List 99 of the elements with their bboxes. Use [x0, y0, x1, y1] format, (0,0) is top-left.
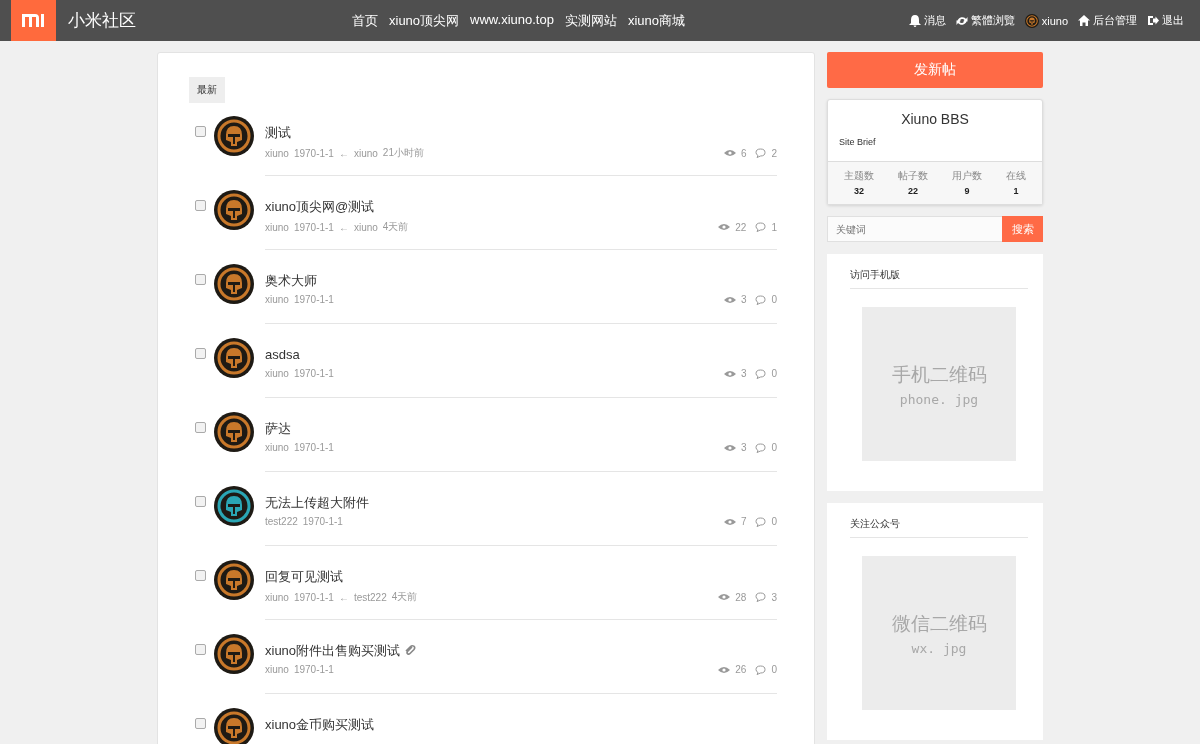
view-count: 6	[740, 147, 747, 159]
reply-count: 0	[771, 664, 777, 675]
stat-value: 9	[964, 186, 970, 196]
site-title[interactable]: 小米社区	[68, 9, 268, 32]
thread-title[interactable]: xiuno金币购买测试	[265, 715, 375, 734]
thread-title[interactable]: 奥术大师	[265, 271, 317, 290]
reply-arrow: ←	[338, 591, 349, 603]
stat-value: 1	[1013, 186, 1019, 196]
checkbox[interactable]	[195, 496, 206, 507]
stat-label: 帖子数	[898, 169, 928, 183]
reply-count: 0	[771, 516, 777, 527]
reply-count: 3	[771, 591, 777, 603]
thread-title[interactable]: 回复可见测试	[265, 567, 343, 586]
comment-icon	[755, 516, 767, 527]
view-count: 26	[735, 664, 747, 675]
eye-icon	[723, 443, 736, 452]
comment-icon	[755, 442, 767, 453]
checkbox[interactable]	[195, 274, 206, 285]
thread-title[interactable]: 萨达	[265, 419, 291, 438]
reply-arrow: ←	[338, 147, 349, 159]
view-count: 3	[740, 442, 747, 453]
tab[interactable]: 最新	[189, 77, 225, 103]
checkbox[interactable]	[195, 422, 206, 433]
placeholder-filename: phone. jpg	[899, 391, 979, 407]
checkbox[interactable]	[195, 126, 206, 137]
eye-icon	[723, 369, 736, 378]
view-count: 3	[740, 368, 747, 379]
thread-title[interactable]: xiuno顶尖网@测试	[265, 197, 375, 216]
thread-title[interactable]: 无法上传超大附件	[265, 493, 369, 512]
stat-value: 22	[908, 186, 918, 196]
view-count: 7	[740, 516, 747, 527]
refresh-icon	[955, 14, 968, 27]
comment-icon	[755, 294, 767, 305]
placeholder-title: 微信二维码	[891, 611, 987, 636]
checkbox[interactable]	[195, 644, 206, 655]
post-date: 1970-1-1	[293, 664, 334, 675]
stat-value: 32	[854, 186, 864, 196]
thread-title[interactable]: 测试	[265, 123, 291, 142]
nav-link[interactable]: 首页	[352, 11, 378, 30]
view-count: 3	[740, 294, 747, 305]
view-count: 22	[735, 221, 747, 233]
reply-count: 2	[771, 147, 777, 159]
last-reply-time: 4天前	[391, 590, 418, 604]
reply-count: 0	[771, 442, 777, 453]
post-date: 1970-1-1	[293, 294, 334, 305]
checkbox[interactable]	[195, 348, 206, 359]
last-reply-time: 4天前	[382, 220, 409, 234]
post-date: 1970-1-1	[293, 368, 334, 379]
comment-icon	[755, 148, 767, 158]
placeholder-filename: wx. jpg	[911, 640, 967, 656]
nav-link[interactable]: www.xiuno.top	[470, 11, 554, 30]
nav-link[interactable]: xiuno商城	[627, 11, 685, 30]
bell-icon	[908, 14, 921, 27]
post-date: 1970-1-1	[293, 591, 334, 603]
view-count: 28	[735, 591, 747, 603]
thread-title[interactable]: xiuno附件出售购买测试	[265, 641, 401, 660]
user-menu-link[interactable]: xiuno	[1024, 13, 1068, 28]
widget-title: 访问手机版	[850, 268, 1028, 289]
eye-icon	[723, 149, 736, 157]
site-name: Xiuno BBS	[900, 111, 970, 127]
comment-icon	[755, 368, 767, 379]
post-date: 1970-1-1	[293, 221, 334, 233]
checkbox[interactable]	[195, 570, 206, 581]
site-brief: Site Brief	[839, 137, 877, 147]
nav-link[interactable]: xiuno顶尖网	[389, 11, 460, 30]
stat-label: 在线	[1006, 169, 1026, 183]
nav-link[interactable]: 实测网站	[564, 11, 617, 30]
home-icon	[1078, 14, 1090, 27]
avatar-icon	[1024, 13, 1039, 28]
stat-label: 用户数	[952, 169, 982, 183]
checkbox[interactable]	[195, 718, 206, 729]
post-date: 1970-1-1	[293, 442, 334, 453]
comment-icon	[755, 222, 767, 232]
eye-icon	[723, 295, 736, 304]
eye-icon	[718, 593, 731, 601]
brand-logo-icon	[11, 0, 56, 41]
reply-count: 0	[771, 294, 777, 305]
reply-count: 0	[771, 368, 777, 379]
post-date: 1970-1-1	[293, 147, 334, 159]
comment-icon	[755, 664, 767, 675]
post-date: 1970-1-1	[302, 516, 343, 527]
user-menu-link[interactable]: 退出	[1147, 13, 1184, 28]
eye-icon	[718, 665, 731, 674]
eye-icon	[723, 517, 736, 526]
logout-icon	[1147, 14, 1159, 27]
last-reply-time: 21小时前	[382, 146, 424, 160]
user-menu-link[interactable]: 后台管理	[1078, 13, 1137, 28]
eye-icon	[718, 223, 731, 231]
widget-title: 关注公众号	[850, 517, 1028, 538]
placeholder-title: 手机二维码	[891, 362, 987, 387]
comment-icon	[755, 592, 767, 602]
reply-arrow: ←	[338, 221, 349, 233]
thread-title[interactable]: asdsa	[265, 347, 300, 362]
reply-count: 1	[771, 221, 777, 233]
search-field[interactable]: 关键词	[827, 216, 1002, 242]
user-menu-link[interactable]: 繁體浏覽	[955, 13, 1015, 28]
stat-label: 主题数	[844, 169, 874, 183]
user-menu-link[interactable]: 消息	[908, 13, 946, 28]
checkbox[interactable]	[195, 200, 206, 211]
